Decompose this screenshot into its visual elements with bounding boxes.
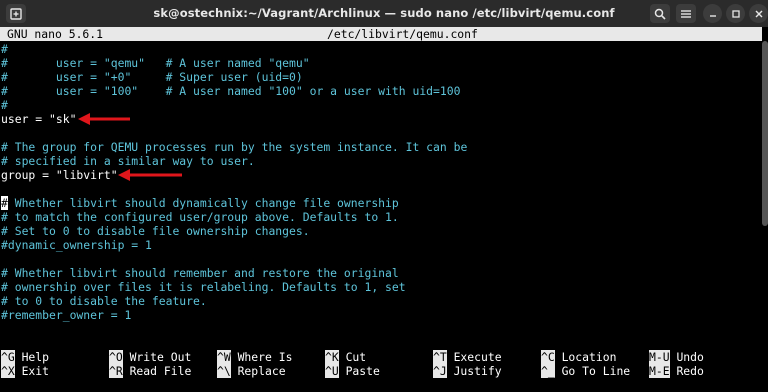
shortcut-redo[interactable]: M-E Redo <box>649 364 704 378</box>
maximize-button[interactable] <box>726 4 745 23</box>
search-icon <box>654 8 666 20</box>
shortcut-location[interactable]: ^C Location <box>541 350 616 364</box>
shortcut-go-to-line[interactable]: ^_ Go To Line <box>541 364 630 378</box>
close-icon <box>755 10 762 17</box>
file-line[interactable]: # user = "+0" # Super user (uid=0) <box>1 70 303 84</box>
shortcut-read-file[interactable]: ^R Read File <box>109 364 191 378</box>
file-line[interactable]: # user = "100" # A user named "100" or a… <box>1 84 460 98</box>
shortcut-key: M-U <box>649 350 670 364</box>
minimize-button[interactable] <box>703 4 722 23</box>
shortcut-key: ^X <box>1 364 15 378</box>
file-line[interactable]: # The group for QEMU processes run by th… <box>1 140 467 154</box>
scrollbar[interactable] <box>762 41 768 226</box>
shortcut-label: Location <box>561 350 617 364</box>
shortcut-key: ^U <box>325 364 339 378</box>
file-line-with-cursor[interactable]: # Whether libvirt should dynamically cha… <box>1 196 399 210</box>
shortcut-help[interactable]: ^G Help <box>1 350 49 364</box>
shortcut-label: Go To Line <box>561 364 631 378</box>
minimize-icon <box>709 14 716 17</box>
shortcut-key: ^\ <box>217 364 231 378</box>
shortcut-key: ^R <box>109 364 123 378</box>
nano-version: GNU nano 5.6.1 <box>7 27 104 41</box>
file-line[interactable]: # user = "qemu" # A user named "qemu" <box>1 56 310 70</box>
shortcut-label: Paste <box>345 364 380 378</box>
shortcut-label: Undo <box>676 350 704 364</box>
file-line[interactable]: #dynamic_ownership = 1 <box>1 238 152 252</box>
shortcut-key: ^C <box>541 350 555 364</box>
shortcut-where-is[interactable]: ^W Where Is <box>217 350 292 364</box>
shortcut-cut[interactable]: ^K Cut <box>325 350 366 364</box>
file-line[interactable]: # Whether libvirt should remember and re… <box>1 266 399 280</box>
shortcut-key: ^K <box>325 350 339 364</box>
file-line[interactable]: # <box>1 98 8 112</box>
file-line[interactable]: # to 0 to disable the feature. <box>1 294 207 308</box>
shortcut-label: Cut <box>345 350 367 364</box>
shortcut-key: ^G <box>1 350 15 364</box>
shortcut-label: Replace <box>237 364 286 378</box>
shortcut-execute[interactable]: ^T Execute <box>433 350 502 364</box>
nano-header-bar: GNU nano 5.6.1 /etc/libvirt/qemu.conf <box>0 27 762 41</box>
shortcut-replace[interactable]: ^\ Replace <box>217 364 286 378</box>
text-cursor: # <box>1 196 8 210</box>
shortcut-write-out[interactable]: ^O Write Out <box>109 350 191 364</box>
file-line[interactable]: # ownership over files it is relabeling.… <box>1 280 406 294</box>
search-button[interactable] <box>650 4 670 23</box>
shortcut-label: Write Out <box>129 350 192 364</box>
menu-button[interactable] <box>676 4 696 23</box>
shortcut-justify[interactable]: ^J Justify <box>433 364 502 378</box>
red-arrow-icon <box>78 113 130 125</box>
file-line-user-setting[interactable]: user = "sk" <box>1 112 76 126</box>
shortcut-key: ^O <box>109 350 123 364</box>
shortcut-label: Redo <box>676 364 704 378</box>
file-line[interactable]: #remember_owner = 1 <box>1 308 131 322</box>
shortcut-key: ^_ <box>541 364 555 378</box>
shortcut-label: Read File <box>129 364 192 378</box>
shortcut-key: ^J <box>433 364 447 378</box>
shortcut-key: M-E <box>649 364 670 378</box>
window-titlebar: sk@ostechnix:~/Vagrant/Archlinux — sudo … <box>0 0 768 28</box>
file-line[interactable]: # specified in a similar way to user. <box>1 154 255 168</box>
close-button[interactable] <box>749 4 768 23</box>
hamburger-menu-icon <box>681 9 691 18</box>
terminal-area[interactable]: GNU nano 5.6.1 /etc/libvirt/qemu.conf # … <box>0 27 768 392</box>
shortcut-key: ^W <box>217 350 231 364</box>
shortcut-key: ^T <box>433 350 447 364</box>
shortcut-label: Where Is <box>237 350 293 364</box>
file-line[interactable]: # Set to 0 to disable file ownership cha… <box>1 224 310 238</box>
shortcut-label: Help <box>21 350 50 364</box>
shortcut-exit[interactable]: ^X Exit <box>1 364 49 378</box>
shortcut-label: Execute <box>453 350 502 364</box>
shortcut-paste[interactable]: ^U Paste <box>325 364 380 378</box>
file-line-group-setting[interactable]: group = "libvirt" <box>1 168 118 182</box>
file-line[interactable]: # <box>1 42 8 56</box>
file-line-rest: Whether libvirt should dynamically chang… <box>7 196 399 210</box>
shortcut-label: Exit <box>21 364 50 378</box>
shortcut-label: Justify <box>453 364 502 378</box>
maximize-icon <box>731 9 740 18</box>
red-arrow-icon <box>118 169 182 181</box>
nano-filename: /etc/libvirt/qemu.conf <box>327 27 478 41</box>
shortcut-undo[interactable]: M-U Undo <box>649 350 704 364</box>
file-line[interactable]: # to match the configured user/group abo… <box>1 210 399 224</box>
